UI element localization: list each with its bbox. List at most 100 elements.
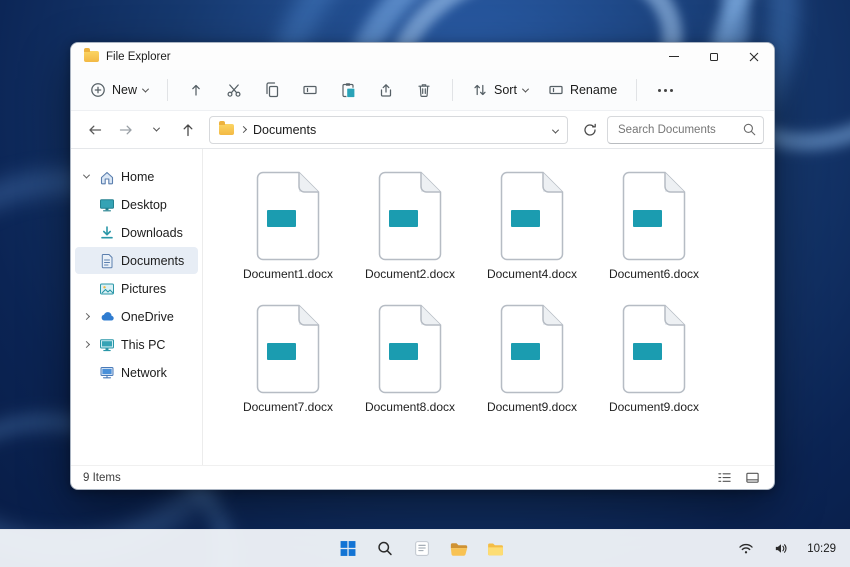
taskbar-clock[interactable]: 10:29 (803, 541, 840, 557)
delete-icon (418, 84, 430, 98)
copy-button[interactable] (257, 75, 287, 105)
sidebar-item-onedrive[interactable]: OneDrive (75, 303, 198, 330)
file-item[interactable]: Document1.docx (237, 167, 339, 300)
taskbar-search-button[interactable] (372, 536, 398, 562)
large-icons-view-button[interactable] (742, 469, 762, 487)
sidebar-item-desktop[interactable]: Desktop (75, 191, 198, 218)
sidebar-item-label: Network (121, 365, 167, 380)
file-name: Document9.docx (608, 400, 700, 414)
sort-icon (474, 84, 486, 96)
system-tray: 10:29 (733, 530, 840, 567)
volume-button[interactable] (768, 536, 794, 562)
file-list-area: Document1.docx Document2.docx Document4.… (203, 149, 774, 465)
refresh-icon (583, 123, 596, 136)
share-button[interactable] (371, 75, 401, 105)
titlebar[interactable]: File Explorer (71, 43, 774, 70)
up-button[interactable] (174, 116, 201, 143)
sidebar-item-documents[interactable]: Documents (75, 247, 198, 274)
file-item[interactable]: Document9.docx (481, 300, 583, 433)
minimize-button[interactable] (654, 43, 694, 70)
file-item[interactable]: Document7.docx (237, 300, 339, 433)
close-icon (749, 52, 759, 61)
sidebar-item-label: This PC (121, 337, 166, 352)
recent-locations-button[interactable] (143, 116, 170, 143)
new-label: New (112, 83, 138, 97)
paste-button[interactable] (333, 75, 363, 105)
sidebar-item-downloads[interactable]: Downloads (75, 219, 198, 246)
rename-button[interactable]: Rename (539, 75, 626, 106)
address-bar[interactable]: Documents (209, 115, 568, 144)
downloads-icon (99, 225, 115, 241)
folder-icon (84, 48, 99, 62)
cut-button[interactable] (219, 75, 249, 105)
window-controls (654, 43, 774, 70)
start-button[interactable] (335, 536, 361, 562)
sidebar-item-label: Home (121, 169, 155, 184)
search-input[interactable] (607, 115, 764, 144)
maximize-icon (710, 52, 718, 61)
more-options-icon (657, 88, 661, 92)
file-explorer-window: File Explorer New Sort Rename Documents … (70, 42, 775, 490)
chevron-down-icon (521, 85, 529, 93)
notes-app-icon (414, 541, 429, 556)
wifi-icon (739, 543, 753, 554)
sidebar-item-home[interactable]: Home (75, 163, 198, 190)
back-button[interactable] (81, 116, 108, 143)
file-item[interactable]: Document2.docx (359, 167, 461, 300)
docx-file-icon (256, 171, 320, 261)
file-item[interactable]: Document8.docx (359, 300, 461, 433)
desktop-icon (99, 197, 115, 213)
move-up-button[interactable] (181, 75, 211, 105)
file-item[interactable]: Document9.docx (603, 300, 705, 433)
rename-icon-button[interactable] (295, 75, 325, 105)
sidebar-item-label: Desktop (121, 197, 167, 212)
notes-app-button[interactable] (409, 536, 435, 562)
new-plus-icon (91, 83, 105, 97)
file-explorer-icon (450, 543, 467, 556)
breadcrumb-documents[interactable]: Documents (253, 123, 316, 137)
sidebar-item-label: Documents (121, 253, 185, 268)
wifi-button[interactable] (733, 536, 759, 562)
file-item[interactable]: Document4.docx (481, 167, 583, 300)
refresh-button[interactable] (576, 116, 603, 143)
forward-button[interactable] (112, 116, 139, 143)
pinned-folder-button[interactable] (483, 536, 509, 562)
details-view-button[interactable] (714, 469, 734, 487)
rename-icon (303, 85, 317, 95)
home-icon (99, 169, 115, 185)
sort-label: Sort (494, 83, 517, 97)
documents-icon (99, 253, 115, 269)
delete-button[interactable] (409, 75, 439, 105)
more-options-button[interactable] (650, 75, 680, 105)
window-title: File Explorer (106, 50, 171, 63)
collapse-chevron[interactable] (79, 171, 93, 179)
expand-chevron[interactable] (79, 312, 93, 321)
status-bar: 9 Items (71, 465, 774, 489)
sidebar-item-this-pc[interactable]: This PC (75, 331, 198, 358)
sort-button[interactable]: Sort (463, 75, 537, 106)
volume-icon (776, 544, 787, 553)
thumbnail-view-icon (745, 472, 759, 483)
close-button[interactable] (734, 43, 774, 70)
file-name: Document6.docx (608, 267, 700, 281)
docx-file-icon (500, 304, 564, 394)
navigation-pane: Home Desktop Downloads Documents Picture… (71, 149, 203, 465)
sidebar-item-pictures[interactable]: Pictures (75, 275, 198, 302)
file-explorer-taskbar-button[interactable] (446, 536, 472, 562)
details-view-icon (717, 473, 731, 482)
network-icon (99, 365, 115, 381)
expand-chevron[interactable] (79, 340, 93, 349)
file-item[interactable]: Document6.docx (603, 167, 705, 300)
sidebar-item-network[interactable]: Network (75, 359, 198, 386)
sidebar-item-label: Pictures (121, 281, 167, 296)
file-name: Document8.docx (364, 400, 456, 414)
toolbar-divider (452, 79, 454, 101)
forward-icon (119, 125, 132, 134)
sidebar-item-label: Downloads (121, 225, 183, 240)
pictures-icon (99, 281, 115, 297)
maximize-button[interactable] (694, 43, 734, 70)
cut-icon (227, 84, 241, 97)
address-dropdown-button[interactable] (551, 121, 560, 139)
new-button[interactable]: New (81, 75, 157, 106)
chevron-down-icon (551, 126, 560, 134)
